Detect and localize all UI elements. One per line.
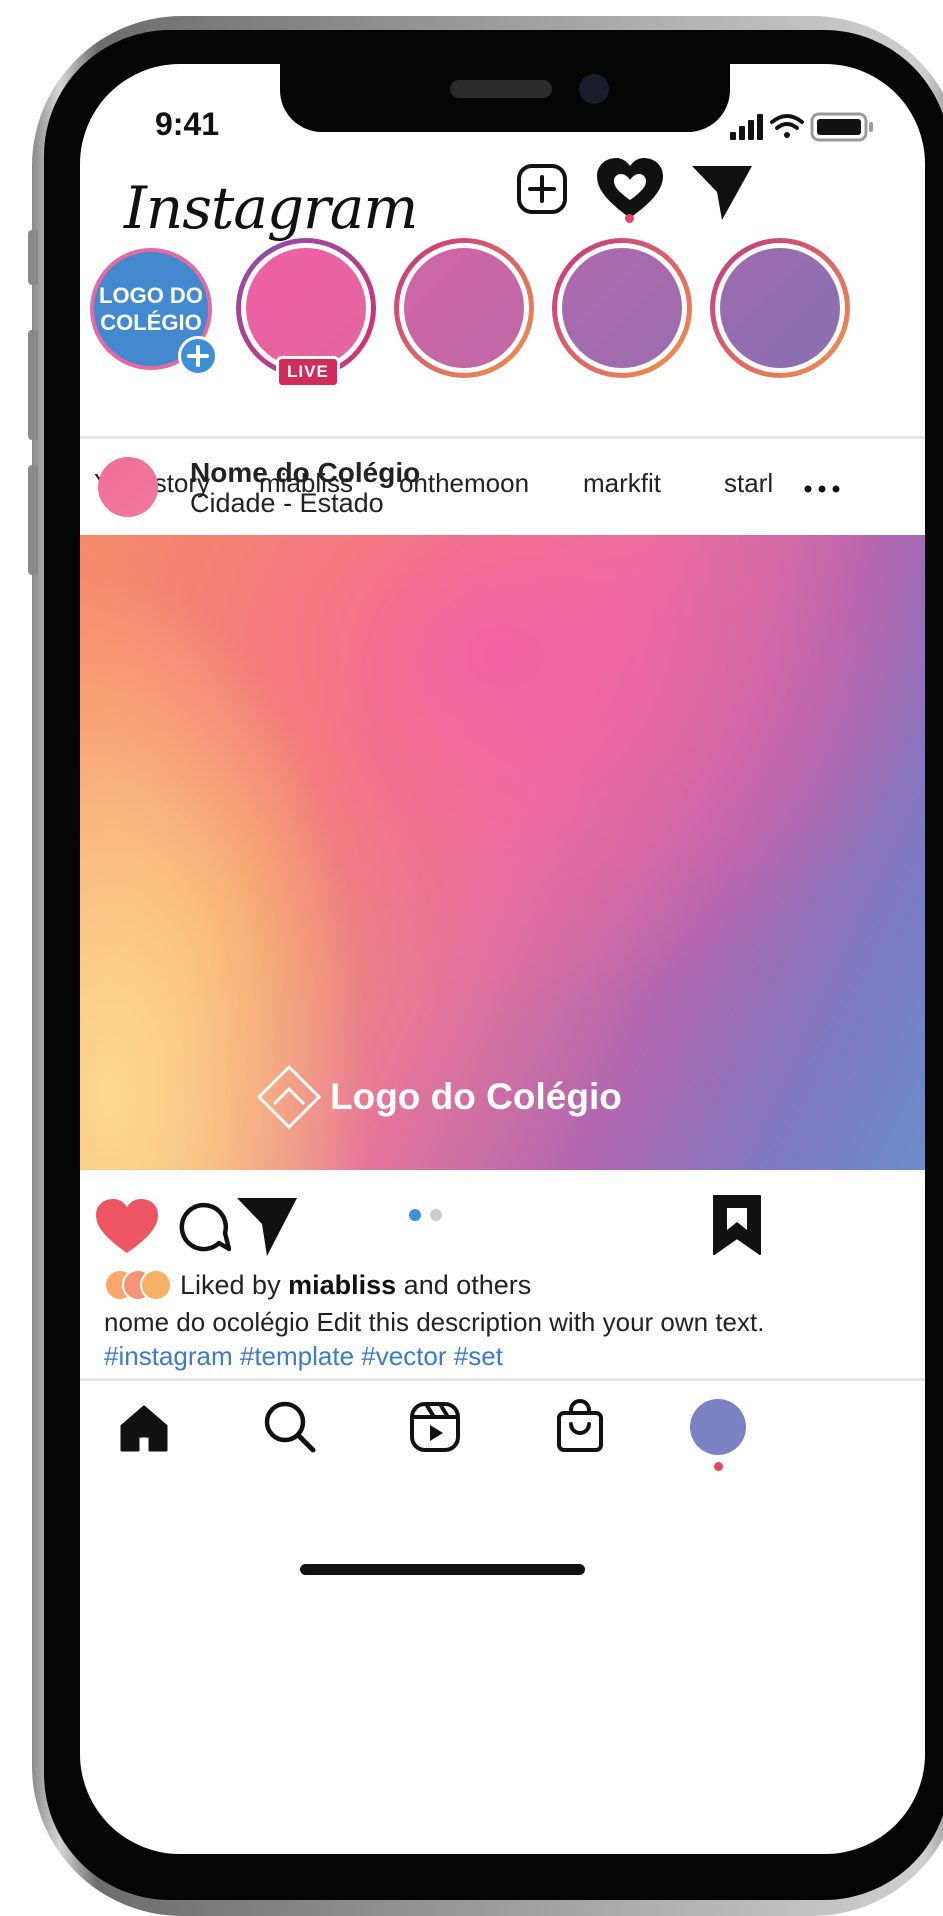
liked-by-text: Liked by miabliss and others — [180, 1270, 532, 1300]
like-heart-icon[interactable] — [94, 1197, 160, 1255]
liked-by-user[interactable]: miabliss — [288, 1270, 396, 1300]
post-caption: nome do ocolégio Edit this description w… — [104, 1307, 765, 1337]
search-icon[interactable] — [263, 1400, 317, 1454]
bottom-nav-divider — [80, 1378, 925, 1381]
hashtag[interactable]: #vector — [361, 1341, 446, 1371]
add-story-button[interactable] — [178, 336, 218, 376]
share-icon[interactable] — [235, 1194, 299, 1258]
reels-icon[interactable] — [408, 1400, 462, 1454]
hashtag[interactable]: #instagram — [104, 1341, 233, 1371]
volume-down-button — [28, 465, 38, 575]
hashtag[interactable]: #set — [454, 1341, 503, 1371]
story-avatar — [246, 248, 366, 368]
post-author-avatar[interactable] — [98, 457, 158, 517]
battery-icon — [810, 112, 873, 142]
post-image[interactable] — [80, 535, 925, 1170]
plus-square-icon[interactable] — [515, 162, 569, 216]
comment-icon[interactable] — [175, 1199, 231, 1255]
story-label: starl — [724, 468, 774, 498]
volume-up-button — [28, 330, 38, 440]
post-location[interactable]: Cidade - Estado — [190, 488, 384, 519]
plus-icon — [187, 345, 209, 367]
home-indicator[interactable] — [300, 1564, 585, 1575]
post-account-name[interactable]: Nome do Colégio — [190, 457, 420, 489]
shop-icon[interactable] — [554, 1398, 606, 1454]
stories-divider — [80, 436, 925, 439]
mute-switch — [28, 230, 38, 285]
carousel-dot-active — [409, 1209, 421, 1221]
post-image-logo-text: Logo do Colégio — [330, 1076, 622, 1117]
post-hashtags: #instagram #template #vector #set — [104, 1341, 503, 1372]
speaker — [450, 80, 552, 98]
hashtag[interactable]: #template — [240, 1341, 354, 1371]
story-avatar — [720, 248, 840, 368]
home-icon[interactable] — [118, 1404, 170, 1454]
notification-dot — [625, 214, 634, 223]
school-logo-icon — [256, 1064, 322, 1130]
live-badge: LIVE — [276, 356, 340, 388]
profile-notification-dot — [714, 1462, 723, 1471]
profile-avatar[interactable] — [690, 1399, 746, 1455]
status-time: 9:41 — [155, 106, 220, 142]
avatar-text: LOGO DO COLÉGIO — [99, 283, 203, 335]
more-options-icon[interactable] — [802, 482, 842, 496]
story-avatar — [404, 248, 524, 368]
front-camera — [579, 74, 609, 104]
bookmark-icon[interactable] — [712, 1194, 762, 1256]
notch — [280, 64, 730, 132]
phone-screen: 9:41 Instagram LOGO DO COLÉGIO story LIV… — [80, 64, 925, 1854]
status-icons — [730, 112, 873, 142]
signal-icon — [730, 114, 763, 140]
carousel-dot — [430, 1209, 442, 1221]
instagram-logo[interactable]: Instagram — [124, 174, 418, 242]
story-label: markfit — [583, 468, 661, 498]
wifi-icon — [770, 114, 804, 138]
story-avatar — [562, 248, 682, 368]
paper-plane-icon[interactable] — [690, 162, 754, 222]
